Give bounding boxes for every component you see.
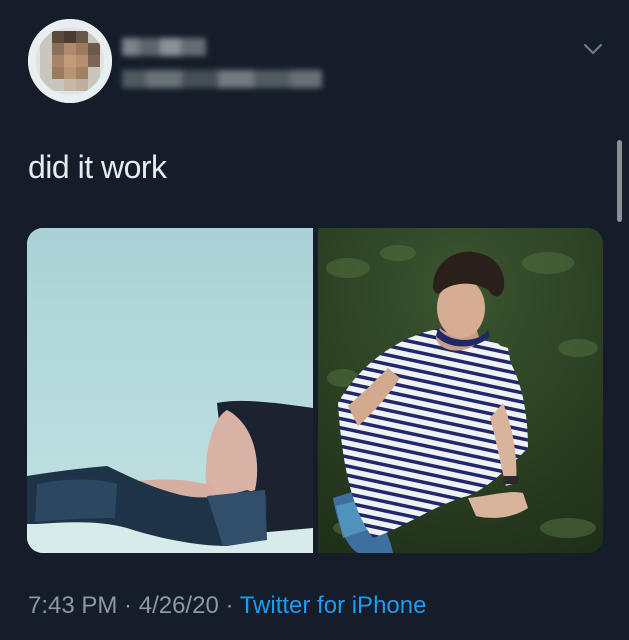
separator-1: ·	[117, 592, 139, 619]
tweet-time: 7:43 PM	[28, 592, 118, 619]
profile-avatar[interactable]	[28, 19, 112, 103]
tweet-date[interactable]: 4/26/20	[139, 592, 219, 619]
photo-legs-boots	[27, 228, 313, 553]
media-grid[interactable]	[27, 228, 603, 553]
media-photo-left[interactable]	[27, 228, 313, 553]
media-photo-right[interactable]	[318, 228, 603, 553]
scrollbar[interactable]	[617, 140, 622, 222]
tweet-metadata: 7:43 PM · 4/26/20 · Twitter for iPhone	[28, 592, 426, 620]
display-name-blurred[interactable]	[122, 38, 206, 56]
photo-striped-shirt	[318, 228, 603, 553]
tweet-text: did it work	[28, 149, 167, 185]
tweet-detail-screen: did it work 7:43 PM · 4/26/20 · Twitter …	[0, 0, 629, 640]
avatar-pixelated-image	[28, 19, 112, 103]
tweet-source-link[interactable]: Twitter for iPhone	[240, 592, 427, 619]
chevron-down-icon[interactable]	[582, 38, 604, 60]
username-blurred[interactable]	[122, 70, 322, 88]
separator-2: ·	[218, 592, 240, 619]
